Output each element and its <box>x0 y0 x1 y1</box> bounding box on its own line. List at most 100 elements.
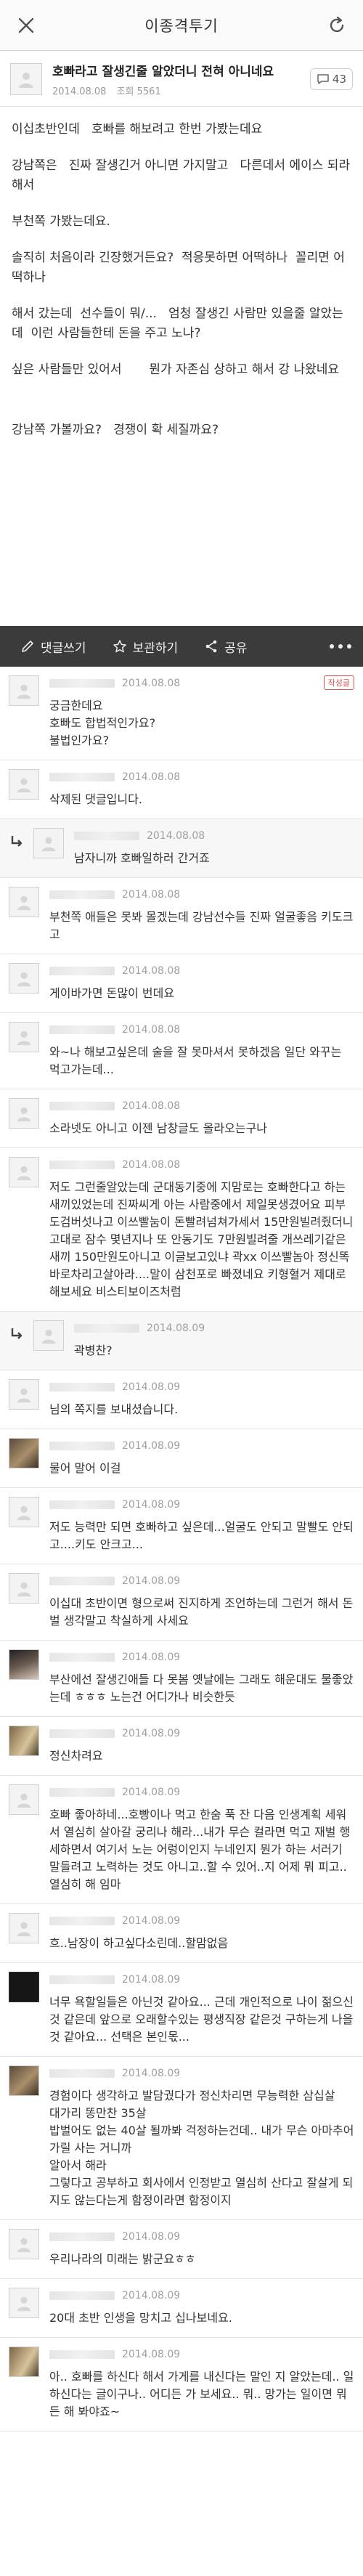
comment-item[interactable]: 2014.08.09 정신차려요 <box>0 1717 363 1776</box>
comment-item[interactable]: 2014.08.09 호빠 좋아하네...호빵이나 먹고 한숨 푹 잔 다음 인생… <box>0 1776 363 1904</box>
comment-item[interactable]: 2014.08.08 게이바가면 돈많이 번데요 <box>0 954 363 1013</box>
user-icon <box>17 1107 31 1122</box>
commenter-avatar[interactable] <box>9 2347 39 2377</box>
comment-item[interactable]: 2014.08.08 와~나 해보고싶은데 술을 잘 못마셔서 못하겠음 일단 와… <box>0 1013 363 1089</box>
comment-item[interactable]: 2014.08.09 저도 능력만 되면 호빠하고 싶은데...얼굴도 안되고 말… <box>0 1488 363 1564</box>
page: 이종격투기 호빠라고 잘생긴줄 알았더니 전혀 아니네요 2014.08.08 … <box>0 0 363 2576</box>
speech-bubble-icon <box>317 74 329 84</box>
reply-comment[interactable]: 2014.08.08 남자니까 호빠일하러 간거죠 <box>0 819 363 878</box>
dot-icon <box>330 644 334 649</box>
post-paragraph: 솔직히 처음이라 긴장했거든요? 적응못하면 어떡하나 꼴리면 어떡하나 <box>12 251 345 285</box>
commenter-avatar[interactable] <box>9 1726 39 1756</box>
hidden-nickname <box>49 1383 115 1391</box>
comment-meta: 2014.08.09 <box>49 2288 354 2304</box>
comment-item[interactable]: 2014.08.09 이십대 초반이면 형으로써 진지하게 조언하는데 그런거 해… <box>0 1564 363 1641</box>
commenter-avatar[interactable] <box>9 1913 39 1943</box>
comment-item[interactable]: 2014.08.09 흐..남장이 하고싶다소린데..할맘없음 <box>0 1904 363 1963</box>
commenter-avatar[interactable] <box>9 887 39 917</box>
comment-date: 2014.08.08 <box>122 889 181 901</box>
comment-item[interactable]: 2014.08.08 궁금한데요 호빠도 합법적인가요? 불법인가요? 작성글 <box>0 667 363 760</box>
refresh-icon <box>330 16 344 32</box>
comment-date: 2014.08.09 <box>122 2349 181 2360</box>
commenter-avatar[interactable] <box>33 1320 64 1351</box>
hidden-nickname <box>49 2291 115 2300</box>
commenter-avatar[interactable] <box>9 963 39 994</box>
comment-item[interactable]: 2014.08.09 경험이다 생각하고 발담궜다가 정신차리면 무능력한 삼십살… <box>0 2057 363 2220</box>
hidden-nickname <box>49 2069 115 2078</box>
commenter-avatar[interactable] <box>9 2065 39 2096</box>
user-icon <box>17 1793 31 1808</box>
commenter-avatar[interactable] <box>9 769 39 800</box>
comment-item[interactable]: 2014.08.09 아.. 호빠를 하신다 해서 가게를 내신다는 말인 지 알… <box>0 2338 363 2431</box>
close-button[interactable] <box>12 11 41 40</box>
comment-meta: 2014.08.09 <box>49 2229 354 2245</box>
commenter-avatar[interactable] <box>33 828 64 858</box>
comment-item[interactable]: 2014.08.08 저도 그런줄알았는데 군대동기중에 지맘로는 호빠한다고 하… <box>0 1148 363 1312</box>
comment-date: 2014.08.09 <box>122 1499 181 1511</box>
commenter-avatar[interactable] <box>9 675 39 706</box>
commenter-avatar[interactable] <box>9 1022 39 1052</box>
user-icon <box>17 972 31 987</box>
post-paragraph: 해서 갔는데 선수들이 뭐/... 엄청 잘생긴 사람만 있을줄 알았는데 이런… <box>12 306 343 341</box>
comment-meta: 2014.08.09 <box>74 1320 354 1336</box>
commenter-avatar[interactable] <box>9 1098 39 1129</box>
commenter-avatar[interactable] <box>9 2229 39 2259</box>
pencil-icon <box>22 641 33 652</box>
hidden-nickname <box>49 1975 115 1984</box>
comment-item[interactable]: 2014.08.09 부산에선 잘생긴애들 다 못봄 옛날에는 그래도 해운대도 … <box>0 1641 363 1717</box>
commenter-avatar[interactable] <box>9 1497 39 1527</box>
user-icon <box>41 837 56 852</box>
commenter-avatar[interactable] <box>9 1649 39 1680</box>
comment-meta: 2014.08.09 <box>49 1438 354 1454</box>
comment-item[interactable]: 2014.08.09 너무 욕할일들은 아닌것 같아요... 근데 개인적으로 나… <box>0 1963 363 2057</box>
comment-date: 2014.08.09 <box>122 1651 181 1663</box>
user-icon <box>17 1922 31 1937</box>
comment-meta: 2014.08.08 <box>74 828 354 844</box>
comment-item[interactable]: 2014.08.09 우리나라의 미래는 밝군요ㅎㅎ <box>0 2220 363 2279</box>
comment-item[interactable]: 2014.08.09 님의 쪽지를 보내셨습니다. <box>0 1370 363 1429</box>
comment-date: 2014.08.09 <box>122 1787 181 1798</box>
reply-indicator <box>9 828 33 867</box>
share-button[interactable]: 공유 <box>191 626 260 667</box>
commenter-avatar[interactable] <box>9 1379 39 1410</box>
user-icon <box>17 1506 31 1521</box>
comment-text: 소라넷도 아니고 이젠 남창글도 올라오는구나 <box>49 1121 268 1135</box>
user-icon <box>17 895 31 911</box>
hidden-nickname <box>74 1324 139 1333</box>
hidden-nickname <box>49 1161 115 1169</box>
comment-text: 흐..남장이 하고싶다소린데..할맘없음 <box>49 1936 229 1950</box>
comment-text: 이십대 초반이면 형으로써 진지하게 조언하는데 그런거 해서 돈 벌 생각말고… <box>49 1596 357 1628</box>
action-bar: 댓글쓰기 보관하기 공유 <box>0 626 363 667</box>
write-comment-button[interactable]: 댓글쓰기 <box>7 626 99 667</box>
author-badge: 작성글 <box>323 675 354 690</box>
comment-date: 2014.08.09 <box>147 1322 205 1334</box>
comment-item[interactable]: 2014.08.08 삭제된 댓글입니다. <box>0 760 363 819</box>
user-icon <box>41 1329 56 1344</box>
comment-count-button[interactable]: 43 <box>309 68 353 90</box>
comment-item[interactable]: 2014.08.09 물어 말어 이걸 <box>0 1429 363 1488</box>
reply-comment[interactable]: 2014.08.09 곽병찬? <box>0 1312 363 1370</box>
author-avatar[interactable] <box>10 63 42 95</box>
commenter-avatar[interactable] <box>9 1573 39 1604</box>
commenter-avatar[interactable] <box>9 2288 39 2318</box>
commenter-avatar[interactable] <box>9 1784 39 1815</box>
more-options-button[interactable] <box>330 644 356 649</box>
commenter-avatar[interactable] <box>9 1972 39 2002</box>
commenter-avatar[interactable] <box>9 1438 39 1468</box>
post-header: 호빠라고 잘생긴줄 알았더니 전혀 아니네요 2014.08.08 조회 556… <box>0 51 363 107</box>
comment-item[interactable]: 2014.08.08 소라넷도 아니고 이젠 남창글도 올라오는구나 <box>0 1089 363 1148</box>
reply-indicator <box>9 1320 33 1360</box>
share-label: 공유 <box>224 641 248 656</box>
save-button[interactable]: 보관하기 <box>99 626 192 667</box>
comment-date: 2014.08.09 <box>122 1575 181 1587</box>
hidden-nickname <box>49 1788 115 1797</box>
write-comment-label: 댓글쓰기 <box>41 641 86 656</box>
refresh-button[interactable] <box>322 11 351 40</box>
post-body: 이십초반인데 호빠를 해보려고 한번 가봤는데요 강남쪽은 진짜 잘생긴거 아니… <box>0 107 363 626</box>
comment-item[interactable]: 2014.08.09 20대 초반 인생을 망치고 십나보네요. <box>0 2279 363 2338</box>
top-bar: 이종격투기 <box>0 0 363 51</box>
commenter-avatar[interactable] <box>9 1157 39 1187</box>
comment-date: 2014.08.09 <box>122 1974 181 1986</box>
comment-item[interactable]: 2014.08.08 부천쪽 애들은 못봐 몰겠는데 강남선수들 진짜 얼굴좋음 … <box>0 878 363 954</box>
hidden-nickname <box>49 1025 115 1034</box>
